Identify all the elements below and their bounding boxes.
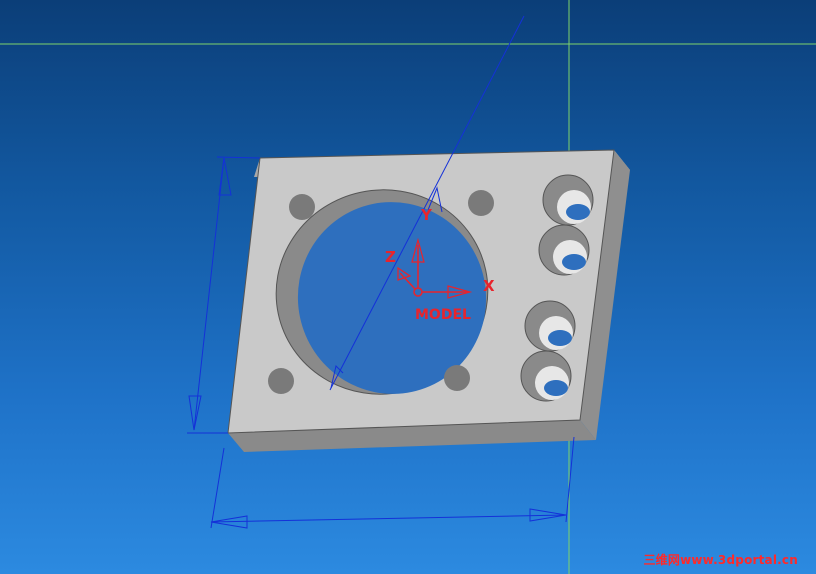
graphics-viewport[interactable]: X Y Z MODEL 三维网www.3dportal.cn (0, 0, 816, 574)
mounting-hole-top-left[interactable] (289, 194, 315, 220)
counterbore-hole-2[interactable] (538, 224, 590, 276)
csys-z-label: Z (385, 248, 396, 266)
csys-y-label: Y (420, 206, 433, 224)
watermark-text: 三维网www.3dportal.cn (643, 553, 798, 567)
model-scene[interactable]: X Y Z MODEL (0, 0, 816, 574)
mounting-hole-bottom-right[interactable] (444, 365, 470, 391)
counterbore-hole-4[interactable] (520, 350, 572, 402)
mounting-hole-top-right[interactable] (468, 190, 494, 216)
csys-x-label: X (483, 277, 495, 295)
counterbore-hole-1[interactable] (542, 174, 594, 226)
counterbore-hole-3[interactable] (524, 300, 576, 352)
csys-caption: MODEL (415, 307, 471, 323)
mounting-hole-bottom-left[interactable] (268, 368, 294, 394)
